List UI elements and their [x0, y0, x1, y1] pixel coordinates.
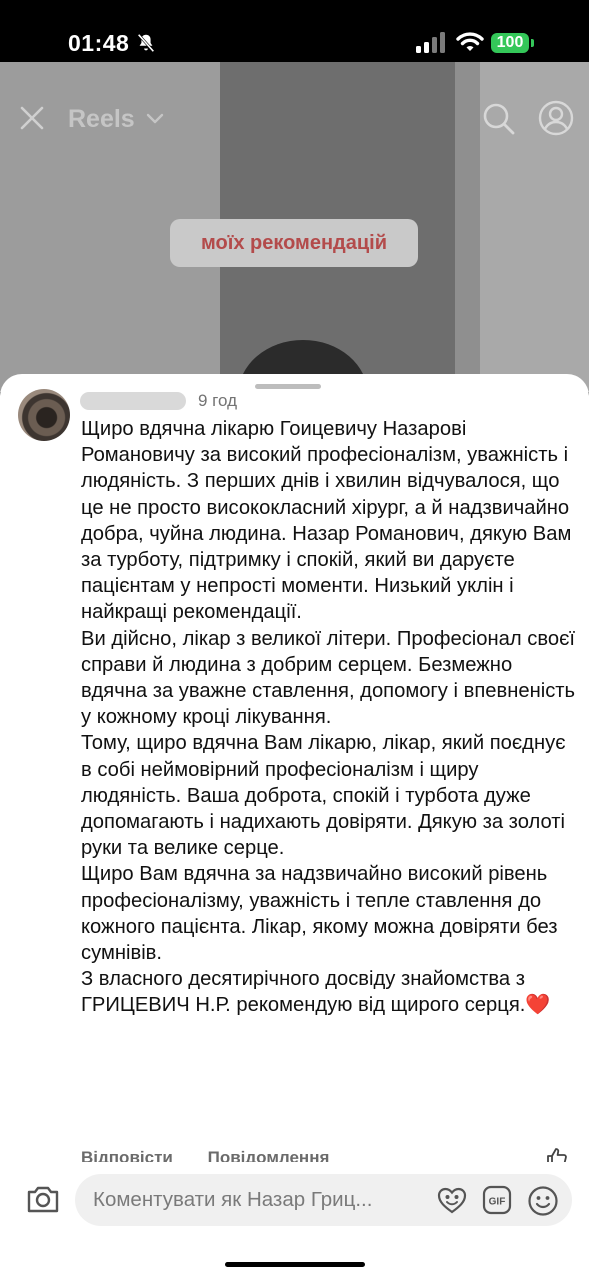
drag-handle[interactable] [255, 384, 321, 389]
reel-video[interactable]: Reels моїх рекомендацій [0, 62, 589, 392]
mood-icon[interactable] [437, 1186, 467, 1214]
svg-text:GIF: GIF [489, 1197, 506, 1208]
comment-text: Щиро вдячна лікарю Гоицевичу Назарові Ро… [81, 418, 576, 1017]
battery-indicator: 100 [491, 30, 537, 56]
video-background [455, 62, 480, 392]
reels-title[interactable]: Reels [68, 105, 135, 134]
silent-bell-icon [137, 33, 155, 53]
camera-icon[interactable] [26, 1184, 60, 1214]
comment-time: 9 год [198, 391, 238, 410]
username-redacted[interactable] [80, 392, 186, 410]
video-caption: моїх рекомендацій [170, 219, 418, 267]
home-indicator[interactable] [225, 1262, 365, 1267]
profile-icon[interactable] [538, 100, 574, 136]
battery-tip [531, 39, 534, 47]
comment-input[interactable]: Коментувати як Назар Гриц... GIF [75, 1174, 572, 1226]
gif-icon[interactable]: GIF [482, 1185, 512, 1215]
comment-input-placeholder[interactable]: Коментувати як Назар Гриц... [93, 1188, 372, 1212]
emoji-icon[interactable] [527, 1185, 559, 1217]
chevron-down-icon[interactable] [146, 112, 164, 126]
close-icon[interactable] [18, 104, 46, 132]
search-icon[interactable] [482, 102, 516, 136]
status-bar: 01:48 100 [0, 0, 589, 62]
battery-level: 100 [491, 33, 529, 53]
wifi-icon [456, 32, 484, 51]
comments-sheet: 9 год Щиро вдячна лікарю Гоицевичу Назар… [0, 374, 589, 1280]
comment-input-bar: Коментувати як Назар Гриц... GIF [0, 1162, 589, 1280]
status-time: 01:48 [68, 30, 130, 56]
avatar[interactable] [18, 389, 70, 441]
signal-icon [416, 32, 445, 53]
